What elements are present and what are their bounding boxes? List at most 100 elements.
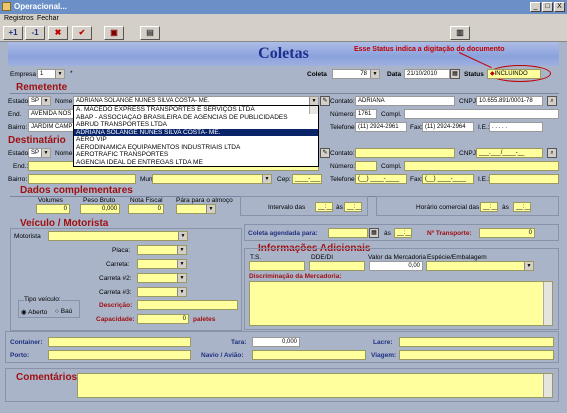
chevron-down-icon[interactable]: ▼: [177, 274, 186, 282]
volumes-field[interactable]: 0: [36, 204, 70, 214]
dest-cnpj-field[interactable]: ___.___/____-__: [476, 148, 543, 158]
confirm-button[interactable]: ✔: [72, 26, 92, 40]
chevron-down-icon[interactable]: ▼: [309, 97, 318, 105]
prev-record-button[interactable]: -1: [25, 26, 45, 40]
dde-field[interactable]: [309, 261, 365, 271]
rem-cnpj-field[interactable]: 10.655.891/0001-78: [476, 96, 543, 106]
header-banner: Coletas Esse Status indica a digitação d…: [8, 42, 559, 69]
tara-field[interactable]: 0,000: [252, 337, 300, 347]
dropdown-option[interactable]: AERO VIP: [74, 136, 318, 144]
copy-icon[interactable]: ▥: [450, 26, 470, 40]
chevron-down-icon[interactable]: ▼: [177, 246, 186, 254]
agendada-date-field[interactable]: [328, 228, 368, 238]
calendar-icon[interactable]: ▦: [450, 69, 460, 79]
almoco-select[interactable]: ▼: [176, 204, 216, 214]
dest-telefone-field[interactable]: (__) ____-____: [355, 174, 407, 184]
dest-ie-field[interactable]: [489, 174, 559, 184]
dropdown-option[interactable]: AERODINAMICA EQUIPAMENTOS INDUSTRIAIS LT…: [74, 144, 318, 152]
chevron-down-icon[interactable]: ▼: [370, 70, 379, 78]
rem-telefone-field[interactable]: (11) 2924-2961: [355, 122, 407, 132]
chevron-down-icon[interactable]: ▼: [524, 262, 533, 270]
close-button[interactable]: X: [554, 2, 565, 12]
minimize-button[interactable]: _: [530, 2, 541, 12]
chevron-down-icon[interactable]: ▼: [206, 205, 215, 213]
rem-bairro-field[interactable]: JARDIM CAMP: [28, 122, 74, 132]
intervalo-end-field[interactable]: __:__: [344, 202, 362, 212]
horario-start-field[interactable]: __:__: [480, 202, 498, 212]
navio-field[interactable]: [252, 350, 366, 360]
horario-end-field[interactable]: __:__: [513, 202, 531, 212]
valor-field[interactable]: 0,00: [369, 261, 423, 271]
carreta-select[interactable]: ▼: [137, 259, 187, 269]
dropdown-scrollbar[interactable]: [309, 106, 318, 114]
chevron-down-icon[interactable]: ▼: [41, 149, 50, 157]
coleta-field[interactable]: 78 ▼: [332, 69, 380, 79]
dest-contato-field[interactable]: [355, 148, 455, 158]
carreta3-select[interactable]: ▼: [137, 287, 187, 297]
rem-estado-select[interactable]: SP ▼: [28, 96, 51, 106]
rem-fax-field[interactable]: (11) 2924-2964: [422, 122, 474, 132]
edit-icon[interactable]: ✎: [320, 96, 330, 106]
descricao-field[interactable]: [137, 300, 238, 310]
chevron-down-icon[interactable]: ▼: [41, 97, 50, 105]
chevron-down-icon[interactable]: ▼: [178, 232, 187, 240]
print-icon[interactable]: ▤: [140, 26, 160, 40]
nf-field[interactable]: 0: [128, 204, 164, 214]
rem-numero-field[interactable]: 1761: [355, 109, 377, 119]
especie-select[interactable]: ▼: [426, 261, 534, 271]
dropdown-option[interactable]: A. MACEDO EXPRESS TRANSPORTES E SERVIÇOS…: [74, 106, 318, 114]
ntransporte-field[interactable]: 0: [479, 228, 535, 238]
lacre-field[interactable]: [399, 337, 554, 347]
comentarios-textarea[interactable]: [77, 373, 553, 398]
calendar-icon[interactable]: ▦: [369, 228, 379, 238]
carreta2-select[interactable]: ▼: [137, 273, 187, 283]
dest-mun-select[interactable]: ▼: [152, 174, 272, 184]
dest-bairro-field[interactable]: [28, 174, 136, 184]
rem-end-field[interactable]: AVENIDA NOS: [28, 109, 74, 119]
intervalo-start-field[interactable]: __:__: [315, 202, 333, 212]
discriminacao-textarea[interactable]: [249, 281, 553, 326]
rem-ie-field[interactable]: . . . . .: [489, 122, 543, 132]
menu-fechar[interactable]: Fechar: [37, 15, 59, 22]
scrollbar[interactable]: [543, 374, 552, 397]
viagem-field[interactable]: [399, 350, 554, 360]
aberto-radio[interactable]: ◉ Aberto: [21, 308, 47, 316]
dest-fax-field[interactable]: (__) ____-____: [422, 174, 474, 184]
dropdown-option[interactable]: ABAP - ASSOCIAÇÃO BRASILEIRA DE AGÊNCIAS…: [74, 114, 318, 122]
dropdown-option[interactable]: AEROTRAFIC TRANSPORTES: [74, 151, 318, 159]
dropdown-option-selected[interactable]: ADRIANA SOLANGE NUNES SILVA COSTA- ME.: [74, 128, 318, 136]
maximize-button[interactable]: □: [542, 2, 553, 12]
dest-compl-field[interactable]: [404, 161, 559, 171]
scrollbar[interactable]: [543, 282, 552, 325]
ts-field[interactable]: [249, 261, 305, 271]
agendada-time-field[interactable]: __:__: [394, 228, 412, 238]
chevron-down-icon[interactable]: ▼: [262, 175, 271, 183]
dropdown-option[interactable]: AGENCIA IDEAL DE ENTREGAS LTDA ME: [74, 159, 318, 167]
motorista-select[interactable]: ▼: [48, 231, 188, 241]
rem-compl-field[interactable]: [404, 109, 559, 119]
rem-contato-field[interactable]: ADRIANA: [355, 96, 455, 106]
chevron-down-icon[interactable]: ▼: [55, 70, 64, 78]
empresa-select[interactable]: 1 ▼: [37, 69, 65, 79]
menu-registros[interactable]: Registros: [4, 15, 34, 22]
bau-radio[interactable]: ○ Baú: [55, 308, 72, 315]
delete-button[interactable]: ✖: [48, 26, 68, 40]
chevron-down-icon[interactable]: ▼: [177, 288, 186, 296]
capacidade-field[interactable]: 0: [137, 314, 189, 324]
peso-field[interactable]: 0,000: [80, 204, 120, 214]
search-icon[interactable]: ⌕: [547, 148, 557, 158]
remetente-dropdown-list[interactable]: A. MACEDO EXPRESS TRANSPORTES E SERVIÇOS…: [73, 105, 319, 167]
first-record-button[interactable]: +1: [3, 26, 23, 40]
dropdown-option[interactable]: ABRUD TRANSPORTES LTDA: [74, 121, 318, 129]
data-field[interactable]: 21/10/2010: [404, 69, 450, 79]
dest-cep-field[interactable]: ____-___: [292, 174, 322, 184]
placa-select[interactable]: ▼: [137, 245, 187, 255]
dest-numero-field[interactable]: [355, 161, 377, 171]
porto-field[interactable]: [48, 350, 191, 360]
edit-icon[interactable]: ✎: [320, 148, 330, 158]
dest-estado-select[interactable]: SP ▼: [28, 148, 51, 158]
chevron-down-icon[interactable]: ▼: [177, 260, 186, 268]
search-icon[interactable]: ⌕: [547, 96, 557, 106]
container-field[interactable]: [48, 337, 191, 347]
calculator-icon[interactable]: ▣: [104, 26, 124, 40]
